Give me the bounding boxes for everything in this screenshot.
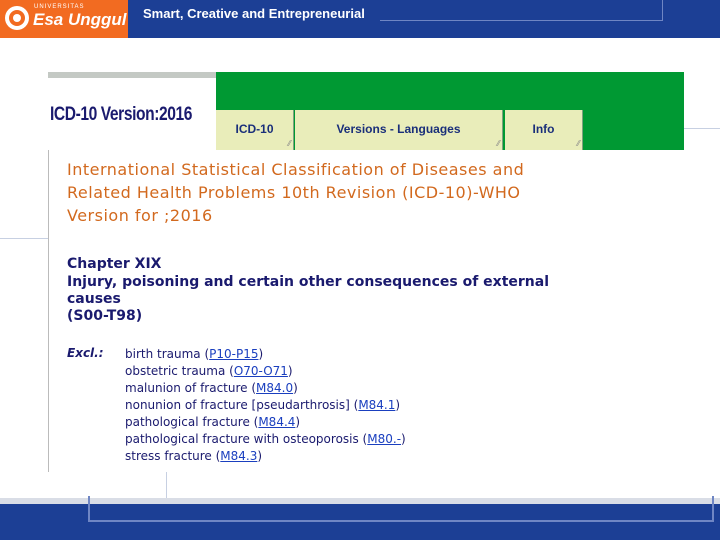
- item-suffix: ): [395, 398, 401, 412]
- excl-label: Excl.:: [67, 346, 104, 360]
- item-text: malunion of fracture (: [125, 381, 257, 395]
- logo-emblem-icon: [5, 6, 29, 30]
- chapter-line: (S00-T98): [67, 308, 143, 324]
- item-suffix: ): [293, 381, 298, 395]
- version-title: ICD-10 Version:2016: [50, 104, 193, 125]
- frame-line: [684, 128, 720, 129]
- tab-versions-languages[interactable]: Versions - Languages ⁄⁄: [295, 110, 503, 150]
- list-item: pathological fracture with osteoporosis …: [125, 431, 406, 448]
- item-text: birth trauma (: [125, 347, 210, 361]
- code-link[interactable]: M84.4: [258, 415, 295, 429]
- item-suffix: ): [295, 415, 301, 429]
- tab-label: Info: [532, 122, 555, 136]
- page-title: International Statistical Classification…: [67, 158, 657, 227]
- exclusion-list: birth trauma (P10-P15) obstetric trauma …: [125, 346, 406, 465]
- footer-decoration: [88, 496, 714, 522]
- code-link[interactable]: M80.-: [367, 432, 401, 446]
- title-line: International Statistical Classification…: [67, 160, 525, 179]
- list-item: birth trauma (P10-P15): [125, 346, 406, 363]
- icd-screenshot-panel: ICD-10 Version:2016 ICD-10 ⁄⁄ Versions -…: [48, 72, 685, 472]
- chapter-description: Injury, poisoning and certain other cons…: [67, 274, 667, 325]
- item-text: obstetric trauma (: [125, 364, 234, 378]
- item-suffix: ): [258, 347, 264, 361]
- item-suffix: ): [287, 364, 293, 378]
- item-text: pathological fracture (: [125, 415, 259, 429]
- tab-icd10[interactable]: ICD-10 ⁄⁄: [216, 110, 294, 150]
- frame-line: [0, 238, 48, 239]
- list-item: stress fracture (M84.3): [125, 448, 406, 465]
- banner-decoration: [380, 0, 663, 21]
- content-area: International Statistical Classification…: [48, 150, 685, 472]
- tagline: Smart, Creative and Entrepreneurial: [143, 6, 365, 21]
- item-text: nonunion of fracture [pseudarthrosis] (: [125, 398, 359, 412]
- code-link[interactable]: M84.0: [256, 381, 293, 395]
- list-item: obstetric trauma (O70-O71): [125, 363, 406, 380]
- resize-grip-icon: ⁄⁄: [288, 139, 291, 148]
- item-text: pathological fracture with osteoporosis …: [125, 432, 368, 446]
- code-link[interactable]: O70-O71: [234, 364, 288, 378]
- title-line: Version for ;2016: [67, 206, 213, 225]
- tab-label: Versions - Languages: [336, 122, 461, 136]
- resize-grip-icon: ⁄⁄: [577, 139, 580, 148]
- university-logo[interactable]: UNIVERSITAS Esa Unggul: [0, 0, 128, 38]
- list-item: nonunion of fracture [pseudarthrosis] (M…: [125, 397, 406, 414]
- code-link[interactable]: M84.3: [220, 449, 257, 463]
- tab-label: ICD-10: [235, 122, 274, 136]
- top-banner: UNIVERSITAS Esa Unggul Smart, Creative a…: [0, 0, 720, 38]
- chapter-label: Chapter XIX: [67, 256, 162, 272]
- chapter-line: causes: [67, 291, 121, 307]
- code-link[interactable]: P10-P15: [209, 347, 258, 361]
- list-item: malunion of fracture (M84.0): [125, 380, 406, 397]
- item-suffix: ): [257, 449, 263, 463]
- item-suffix: ): [401, 432, 406, 446]
- title-line: Related Health Problems 10th Revision (I…: [67, 183, 521, 202]
- code-link[interactable]: M84.1: [358, 398, 395, 412]
- resize-grip-icon: ⁄⁄: [497, 139, 500, 148]
- item-text: stress fracture (: [125, 449, 221, 463]
- list-item: pathological fracture (M84.4): [125, 414, 406, 431]
- logo-text: Esa Unggul: [33, 10, 127, 29]
- chapter-line: Injury, poisoning and certain other cons…: [67, 274, 550, 290]
- frame-line: [166, 472, 167, 498]
- tab-info[interactable]: Info ⁄⁄: [505, 110, 583, 150]
